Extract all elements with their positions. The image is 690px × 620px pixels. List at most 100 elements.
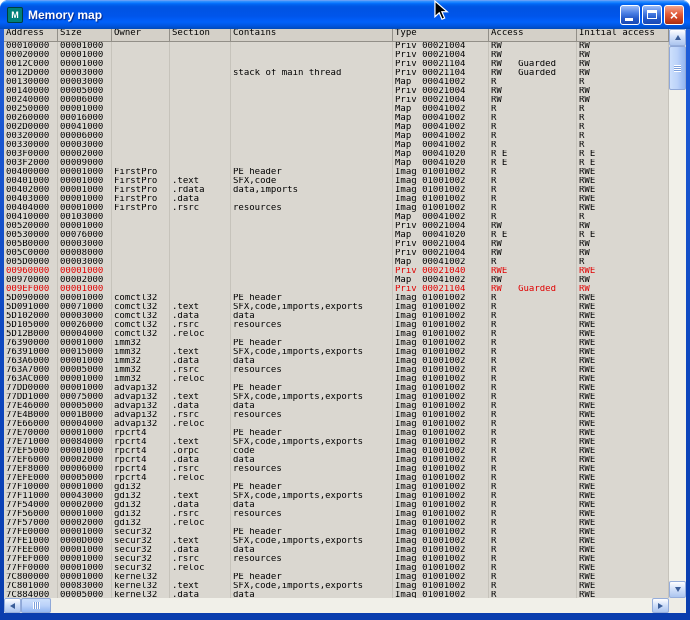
table-row[interactable]: 00240000 00006000 Priv 00021004 RW RW — [4, 96, 669, 105]
table-row[interactable]: 00400000 00001000 FirstPro PE header Ima… — [4, 168, 669, 177]
table-row[interactable]: 77E4B000 0001B000 advapi32 .rsrc resourc… — [4, 411, 669, 420]
table-row[interactable]: 009EF000 00001000 Priv 00021104 RW Guard… — [4, 285, 669, 294]
vertical-scroll-thumb[interactable] — [669, 46, 686, 90]
table-row[interactable]: 00020000 00001000 Priv 00021004 RW RW — [4, 51, 669, 60]
cell-initial-access: RW — [577, 285, 669, 294]
vertical-scroll-track[interactable] — [669, 46, 686, 581]
table-row[interactable]: 00140000 00005000 Priv 00021004 RW RW — [4, 87, 669, 96]
column-header-access[interactable]: Access — [489, 29, 577, 41]
cell-type: Imag 01001002 — [393, 294, 489, 303]
table-row[interactable]: 77FE1000 0000D000 secur32 .text SFX,code… — [4, 537, 669, 546]
table-row[interactable]: 763AC000 00001000 imm32 .reloc Imag 0100… — [4, 375, 669, 384]
column-header-initial-access[interactable]: Initial access — [577, 29, 669, 41]
cell-initial-access: RW — [577, 249, 669, 258]
window-icon[interactable]: M — [7, 7, 23, 23]
table-row[interactable]: 77FF0000 00001000 secur32 .reloc Imag 01… — [4, 564, 669, 573]
table-row[interactable]: 00403000 00001000 FirstPro .data Imag 01… — [4, 195, 669, 204]
table-row[interactable]: 003F0000 00002000 Map 00041020 R E R E — [4, 150, 669, 159]
table-row[interactable]: 0012D000 00003000 stack of main thread P… — [4, 69, 669, 78]
table-row[interactable]: 77DD0000 00001000 advapi32 PE header Ima… — [4, 384, 669, 393]
table-row[interactable]: 00970000 00002000 Map 00041002 RW RW — [4, 276, 669, 285]
cell-type: Imag 01001002 — [393, 528, 489, 537]
scroll-down-button[interactable] — [669, 581, 686, 598]
column-header-type[interactable]: Type — [393, 29, 489, 41]
table-row[interactable]: 77F56000 00001000 gdi32 .rsrc resources … — [4, 510, 669, 519]
table-row[interactable]: 00260000 00016000 Map 00041002 R R — [4, 114, 669, 123]
table-row[interactable]: 00404000 00001000 FirstPro .rsrc resourc… — [4, 204, 669, 213]
table-row[interactable]: 00530000 00076000 Map 00041020 R E R E — [4, 231, 669, 240]
table-row[interactable]: 77FEE000 00001000 secur32 .data data Ima… — [4, 546, 669, 555]
table-row[interactable]: 7C800000 00001000 kernel32 PE header Ima… — [4, 573, 669, 582]
table-row[interactable]: 00960000 00001000 Priv 00021040 RWE RWE — [4, 267, 669, 276]
table-row[interactable]: 77EF6000 00002000 rpcrt4 .data data Imag… — [4, 456, 669, 465]
table-row[interactable]: 5D105000 00026000 comctl32 .rsrc resourc… — [4, 321, 669, 330]
cell-access: R — [489, 555, 577, 564]
column-header-size[interactable]: Size — [58, 29, 112, 41]
cell-initial-access: RWE — [577, 393, 669, 402]
table-row[interactable]: 5D090000 00001000 comctl32 PE header Ima… — [4, 294, 669, 303]
table-row[interactable]: 003F2000 00009000 Map 00041020 R E R E — [4, 159, 669, 168]
table-row[interactable]: 00410000 00103000 Map 00041002 R R — [4, 213, 669, 222]
titlebar[interactable]: M Memory map × — [0, 0, 690, 29]
table-row[interactable]: 77EFE000 00005000 rpcrt4 .reloc Imag 010… — [4, 474, 669, 483]
table-row[interactable]: 77E70000 00001000 rpcrt4 PE header Imag … — [4, 429, 669, 438]
table-row[interactable]: 005D0000 00003000 Map 00041002 R R — [4, 258, 669, 267]
table-row[interactable]: 00250000 00001000 Map 00041002 R R — [4, 105, 669, 114]
table-row[interactable]: 005C0000 00008000 Priv 00021004 RW RW — [4, 249, 669, 258]
table-row[interactable]: 77FEF000 00001000 secur32 .rsrc resource… — [4, 555, 669, 564]
table-row[interactable]: 77EF8000 00006000 rpcrt4 .rsrc resources… — [4, 465, 669, 474]
column-header-address[interactable]: Address — [4, 29, 58, 41]
table-row[interactable]: 77F10000 00001000 gdi32 PE header Imag 0… — [4, 483, 669, 492]
table-row[interactable]: 7C801000 00083000 kernel32 .text SFX,cod… — [4, 582, 669, 591]
table-row[interactable]: 0012C000 00001000 Priv 00021104 RW Guard… — [4, 60, 669, 69]
table-row[interactable]: 00401000 00001000 FirstPro .text SFX,cod… — [4, 177, 669, 186]
table-row[interactable]: 77E71000 00084000 rpcrt4 .text SFX,code,… — [4, 438, 669, 447]
table-row[interactable]: 5D091000 00071000 comctl32 .text SFX,cod… — [4, 303, 669, 312]
table-row[interactable]: 763A7000 00005000 imm32 .rsrc resources … — [4, 366, 669, 375]
table-row[interactable]: 76390000 00001000 imm32 PE header Imag 0… — [4, 339, 669, 348]
table-row[interactable]: 77F57000 00002000 gdi32 .reloc Imag 0100… — [4, 519, 669, 528]
scroll-right-button[interactable] — [652, 598, 669, 613]
table-row[interactable]: 00010000 00001000 Priv 00021004 RW RW — [4, 42, 669, 51]
table-row[interactable]: 00330000 00003000 Map 00041002 R R — [4, 141, 669, 150]
cell-access: R — [489, 456, 577, 465]
cell-access: R — [489, 114, 577, 123]
cell-size: 00001000 — [58, 483, 112, 492]
scroll-up-button[interactable] — [669, 29, 686, 46]
table-row[interactable]: 00320000 00006000 Map 00041002 R R — [4, 132, 669, 141]
table-row[interactable]: 77F54000 00002000 gdi32 .data data Imag … — [4, 501, 669, 510]
table-row[interactable]: 763A6000 00001000 imm32 .data data Imag … — [4, 357, 669, 366]
table-row[interactable]: 77FE0000 00001000 secur32 PE header Imag… — [4, 528, 669, 537]
cell-type: Priv 00021004 — [393, 240, 489, 249]
table-row[interactable]: 00402000 00001000 FirstPro .rdata data,i… — [4, 186, 669, 195]
horizontal-scroll-thumb[interactable] — [21, 598, 51, 613]
column-header-owner[interactable]: Owner — [112, 29, 170, 41]
table-row[interactable]: 002D0000 00041000 Map 00041002 R R — [4, 123, 669, 132]
cell-address: 00403000 — [4, 195, 58, 204]
cell-section — [170, 483, 231, 492]
maximize-button[interactable] — [642, 5, 662, 25]
table-row[interactable]: 76391000 00015000 imm32 .text SFX,code,i… — [4, 348, 669, 357]
table-row[interactable]: 00130000 00003000 Map 00041002 R R — [4, 78, 669, 87]
vertical-scrollbar[interactable] — [669, 29, 686, 598]
horizontal-scroll-track[interactable] — [21, 598, 652, 613]
close-button[interactable]: × — [664, 5, 684, 25]
table-row[interactable]: 7C884000 00005000 kernel32 .data data Im… — [4, 591, 669, 598]
column-header-section[interactable]: Section — [170, 29, 231, 41]
horizontal-scrollbar[interactable] — [4, 598, 669, 613]
table-row[interactable]: 77E46000 00005000 advapi32 .data data Im… — [4, 402, 669, 411]
table-row[interactable]: 5D102000 00003000 comctl32 .data data Im… — [4, 312, 669, 321]
minimize-button[interactable] — [620, 5, 640, 25]
table-row[interactable]: 5D12B000 00004000 comctl32 .reloc Imag 0… — [4, 330, 669, 339]
table-row[interactable]: 00520000 00001000 Priv 00021004 RW RW — [4, 222, 669, 231]
table-row[interactable]: 005B0000 00003000 Priv 00021004 RW RW — [4, 240, 669, 249]
table-row[interactable]: 77EF5000 00001000 rpcrt4 .orpc code Imag… — [4, 447, 669, 456]
cell-address: 7C884000 — [4, 591, 58, 598]
scroll-left-button[interactable] — [4, 598, 21, 613]
table-row[interactable]: 77DD1000 00075000 advapi32 .text SFX,cod… — [4, 393, 669, 402]
column-header-contains[interactable]: Contains — [231, 29, 393, 41]
table-row[interactable]: 77F11000 00043000 gdi32 .text SFX,code,i… — [4, 492, 669, 501]
cell-section: .rsrc — [170, 204, 231, 213]
table-row[interactable]: 77E66000 00004000 advapi32 .reloc Imag 0… — [4, 420, 669, 429]
cell-contains: SFX,code,imports,exports — [231, 537, 393, 546]
